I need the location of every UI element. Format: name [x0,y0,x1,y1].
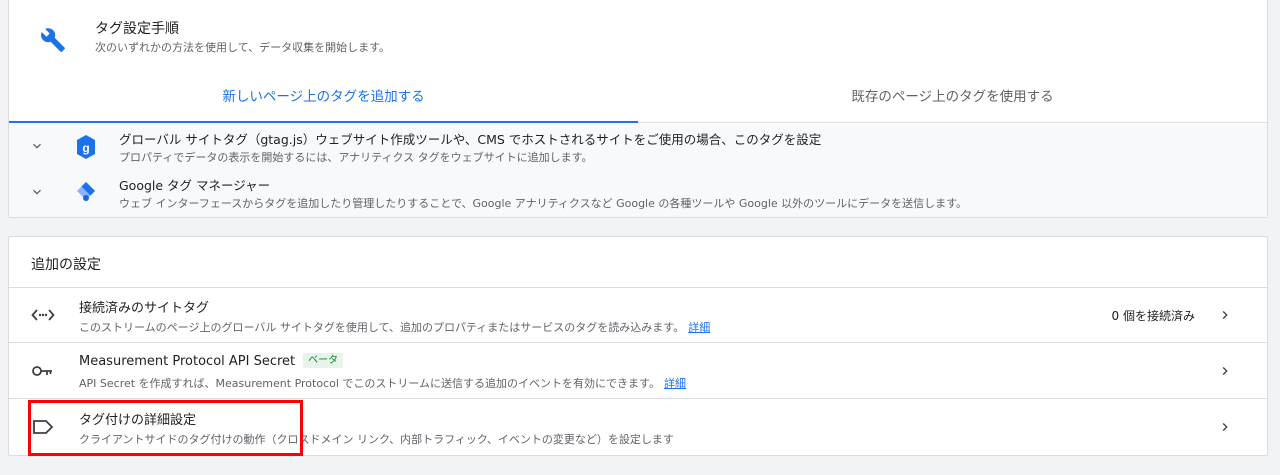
chevron-down-icon[interactable] [29,138,45,154]
tag-option-gtm[interactable]: Google タグ マネージャー ウェブ インターフェースからタグを追加したり管… [9,170,1267,216]
tag-method-tabs: 新しいページ上のタグを追加する 既存のページ上のタグを使用する [9,73,1267,123]
key-icon [32,366,52,376]
row-subtitle-text: このストリームのページ上のグローバル サイトタグを使用して、追加のプロパティまた… [79,321,685,334]
row-subtitle: クライアントサイドのタグ付けの動作（クロスドメイン リンク、内部トラフィック、イ… [79,433,674,446]
chevron-down-icon[interactable] [29,184,45,200]
setup-title: タグ設定手順 [95,21,179,37]
connected-site-tags-row[interactable]: 接続済みのサイトタグ このストリームのページ上のグローバル サイトタグを使用して… [9,288,1267,343]
chevron-right-icon[interactable] [1217,419,1233,435]
gtag-icon: g [77,135,95,159]
tab-add-new-tag[interactable]: 新しいページ上のタグを追加する [9,73,638,123]
tab-use-existing-tag[interactable]: 既存のページ上のタグを使用する [638,73,1267,123]
row-subtitle: このストリームのページ上のグローバル サイトタグを使用して、追加のプロパティまた… [79,319,710,335]
row-subtitle-text: API Secret を作成すれば、Measurement Protocol で… [79,377,660,390]
connected-count-status: 0 個を接続済み [1111,309,1195,323]
chevron-right-icon[interactable] [1217,363,1233,379]
section-title: 追加の設定 [31,257,101,273]
measurement-protocol-row[interactable]: Measurement Protocol API Secret ベータ API S… [9,344,1267,399]
details-link[interactable]: 詳細 [688,321,710,334]
code-icon [31,309,55,321]
tag-option-gtag[interactable]: g グローバル サイトタグ（gtag.js）ウェブサイト作成ツールや、CMS で… [9,124,1267,170]
row-title: 接続済みのサイトタグ [79,301,210,316]
row-title-text: Measurement Protocol API Secret [79,354,296,369]
row-title: Measurement Protocol API Secret ベータ [79,353,344,369]
row-subtitle: API Secret を作成すれば、Measurement Protocol で… [79,375,686,391]
wrench-icon [41,28,65,52]
tag-option-title: グローバル サイトタグ（gtag.js）ウェブサイト作成ツールや、CMS でホス… [119,132,822,147]
row-title: タグ付けの詳細設定 [79,413,197,428]
tag-setup-card: タグ設定手順 次のいずれかの方法を使用して、データ収集を開始します。 新しいペー… [8,0,1268,218]
tag-option-subtitle: ウェブ インターフェースからタグを追加したり管理したりすることで、Google … [119,197,968,210]
tag-option-title: Google タグ マネージャー [119,178,271,193]
additional-settings-card: 追加の設定 接続済みのサイトタグ このストリームのページ上のグローバル サイトタ… [8,236,1268,456]
beta-badge: ベータ [303,353,344,368]
advanced-tagging-settings-row[interactable]: タグ付けの詳細設定 クライアントサイドのタグ付けの動作（クロスドメイン リンク、… [9,400,1267,455]
tag-option-subtitle: プロパティでデータの表示を開始するには、アナリティクス タグをウェブサイトに追加… [119,151,593,164]
chevron-right-icon[interactable] [1217,307,1233,323]
gtag-letter: g [82,141,89,155]
details-link[interactable]: 詳細 [664,377,686,390]
tag-manager-icon [77,182,95,201]
setup-subtitle: 次のいずれかの方法を使用して、データ収集を開始します。 [95,41,391,54]
setup-header: タグ設定手順 次のいずれかの方法を使用して、データ収集を開始します。 [9,0,1267,69]
label-icon [33,420,54,434]
tag-option-list: g グローバル サイトタグ（gtag.js）ウェブサイト作成ツールや、CMS で… [9,124,1267,217]
